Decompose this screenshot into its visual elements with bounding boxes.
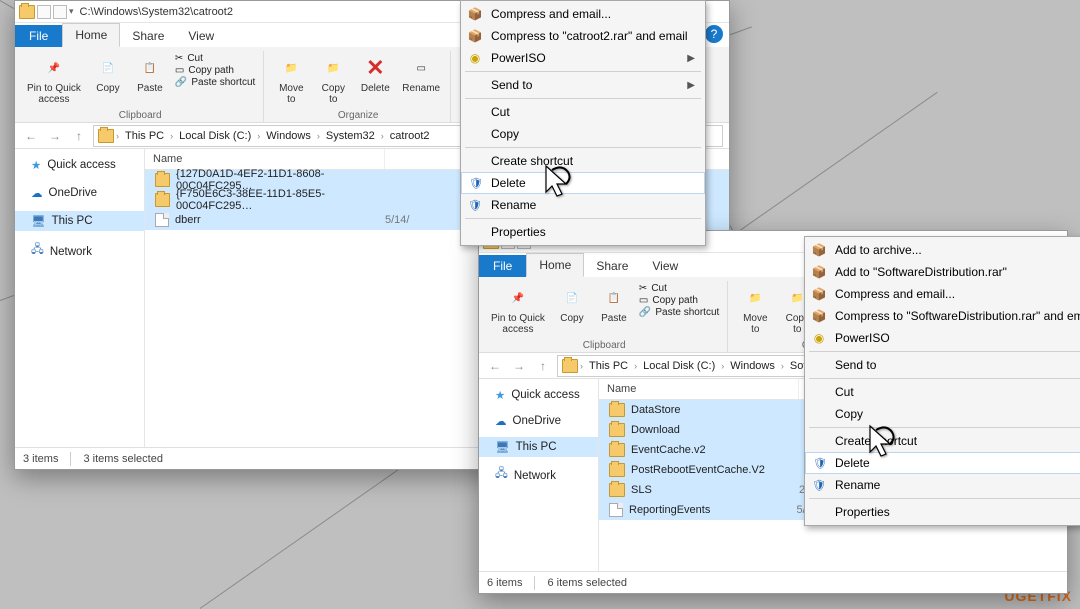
pin-button[interactable]: 📌Pin to Quick access bbox=[25, 53, 83, 107]
tab-view[interactable]: View bbox=[176, 25, 226, 47]
cut-button[interactable]: ✂ Cut bbox=[639, 283, 719, 294]
qat-btn[interactable] bbox=[53, 5, 67, 19]
moveto-button[interactable]: 📁Move to bbox=[274, 53, 308, 107]
copy-button[interactable]: 📄Copy bbox=[555, 283, 589, 326]
status-bar: 6 items 6 items selected bbox=[479, 571, 1067, 593]
shield-icon: 🛡 bbox=[812, 455, 828, 471]
menu-copy[interactable]: Copy bbox=[461, 123, 705, 145]
menu-add-archive[interactable]: 📦Add to archive... bbox=[805, 239, 1080, 261]
folder-icon bbox=[19, 5, 35, 19]
sidebar-item-network[interactable]: 🖧Network bbox=[15, 239, 144, 264]
folder-icon bbox=[609, 483, 625, 497]
qat-btn[interactable] bbox=[37, 5, 51, 19]
window-title: C:\Windows\System32\catroot2 bbox=[80, 6, 233, 18]
copypath-button[interactable]: ▭ Copy path bbox=[175, 65, 255, 76]
menu-add-to[interactable]: 📦Add to "SoftwareDistribution.rar" bbox=[805, 261, 1080, 283]
context-menu: 📦Add to archive... 📦Add to "SoftwareDist… bbox=[804, 236, 1080, 526]
shield-icon: 🛡 bbox=[467, 197, 483, 213]
folder-icon bbox=[609, 463, 625, 477]
file-icon bbox=[609, 503, 623, 517]
menu-compress-email[interactable]: 📦Compress and email... bbox=[461, 3, 705, 25]
back-button[interactable]: ← bbox=[21, 126, 41, 146]
help-icon[interactable]: ? bbox=[705, 25, 723, 43]
status-selected: 3 items selected bbox=[83, 453, 162, 465]
menu-rename[interactable]: 🛡Rename bbox=[461, 194, 705, 216]
up-button[interactable]: ↑ bbox=[69, 126, 89, 146]
menu-poweriso[interactable]: ◉PowerISO▶ bbox=[805, 327, 1080, 349]
file-icon bbox=[155, 213, 169, 227]
menu-copy[interactable]: Copy bbox=[805, 403, 1080, 425]
menu-delete[interactable]: 🛡Delete bbox=[805, 452, 1080, 474]
menu-compress-email[interactable]: 📦Compress and email... bbox=[805, 283, 1080, 305]
copyto-button[interactable]: 📁Copy to bbox=[316, 53, 350, 107]
nav-pane: ★Quick access ☁OneDrive 🖥This PC 🖧Networ… bbox=[479, 379, 599, 571]
up-button[interactable]: ↑ bbox=[533, 356, 553, 376]
delete-button[interactable]: ✕Delete bbox=[358, 53, 392, 96]
group-clipboard: Clipboard bbox=[489, 340, 719, 353]
sidebar-item-onedrive[interactable]: ☁OneDrive bbox=[479, 411, 598, 431]
tab-share[interactable]: Share bbox=[584, 255, 640, 277]
sidebar-item-onedrive[interactable]: ☁OneDrive bbox=[15, 183, 144, 203]
sidebar-item-thispc[interactable]: 🖥This PC bbox=[479, 437, 598, 457]
folder-icon bbox=[98, 129, 114, 143]
menu-create-shortcut[interactable]: Create shortcut bbox=[805, 430, 1080, 452]
paste-button[interactable]: 📋Paste bbox=[597, 283, 631, 326]
paste-button[interactable]: 📋Paste bbox=[133, 53, 167, 96]
sidebar-item-quickaccess[interactable]: ★Quick access bbox=[479, 385, 598, 405]
folder-icon bbox=[155, 173, 170, 187]
file-tab[interactable]: File bbox=[15, 25, 62, 47]
menu-delete[interactable]: 🛡Delete bbox=[461, 172, 705, 194]
rename-button[interactable]: ▭Rename bbox=[400, 53, 442, 96]
forward-button[interactable]: → bbox=[509, 356, 529, 376]
forward-button[interactable]: → bbox=[45, 126, 65, 146]
pin-button[interactable]: 📌Pin to Quick access bbox=[489, 283, 547, 337]
menu-cut[interactable]: Cut bbox=[461, 101, 705, 123]
menu-compress-to[interactable]: 📦Compress to "catroot2.rar" and email bbox=[461, 25, 705, 47]
folder-icon bbox=[155, 193, 170, 207]
shield-icon: 🛡 bbox=[811, 477, 827, 493]
menu-create-shortcut[interactable]: Create shortcut bbox=[461, 150, 705, 172]
tab-home[interactable]: Home bbox=[526, 253, 584, 277]
status-items: 6 items bbox=[487, 577, 522, 589]
menu-properties[interactable]: Properties bbox=[461, 221, 705, 243]
nav-pane: ★Quick access ☁OneDrive 🖥This PC 🖧Networ… bbox=[15, 149, 145, 447]
menu-cut[interactable]: Cut bbox=[805, 381, 1080, 403]
cut-button[interactable]: ✂ Cut bbox=[175, 53, 255, 64]
group-clipboard: Clipboard bbox=[25, 110, 255, 123]
folder-icon bbox=[609, 403, 625, 417]
menu-properties[interactable]: Properties bbox=[805, 501, 1080, 523]
col-name[interactable]: Name bbox=[599, 379, 799, 399]
menu-rename[interactable]: 🛡Rename bbox=[805, 474, 1080, 496]
col-name[interactable]: Name bbox=[145, 149, 385, 169]
menu-compress-to[interactable]: 📦Compress to "SoftwareDistribution.rar" … bbox=[805, 305, 1080, 327]
folder-icon bbox=[609, 423, 625, 437]
sidebar-item-network[interactable]: 🖧Network bbox=[479, 463, 598, 488]
folder-icon bbox=[609, 443, 625, 457]
group-organize: Organize bbox=[274, 110, 442, 123]
tab-home[interactable]: Home bbox=[62, 23, 120, 47]
status-selected: 6 items selected bbox=[547, 577, 626, 589]
folder-icon bbox=[562, 359, 578, 373]
sidebar-item-quickaccess[interactable]: ★Quick access bbox=[15, 155, 144, 175]
moveto-button[interactable]: 📁Move to bbox=[738, 283, 772, 337]
shield-icon: 🛡 bbox=[468, 175, 484, 191]
status-items: 3 items bbox=[23, 453, 58, 465]
back-button[interactable]: ← bbox=[485, 356, 505, 376]
menu-sendto[interactable]: Send to▶ bbox=[805, 354, 1080, 376]
menu-poweriso[interactable]: ◉PowerISO▶ bbox=[461, 47, 705, 69]
tab-share[interactable]: Share bbox=[120, 25, 176, 47]
sidebar-item-thispc[interactable]: 🖥This PC bbox=[15, 211, 144, 231]
pasteshortcut-button[interactable]: 🔗 Paste shortcut bbox=[639, 307, 719, 318]
copypath-button[interactable]: ▭ Copy path bbox=[639, 295, 719, 306]
tab-view[interactable]: View bbox=[640, 255, 690, 277]
menu-sendto[interactable]: Send to▶ bbox=[461, 74, 705, 96]
pasteshortcut-button[interactable]: 🔗 Paste shortcut bbox=[175, 77, 255, 88]
file-tab[interactable]: File bbox=[479, 255, 526, 277]
context-menu: 📦Compress and email... 📦Compress to "cat… bbox=[460, 0, 706, 246]
copy-button[interactable]: 📄Copy bbox=[91, 53, 125, 96]
